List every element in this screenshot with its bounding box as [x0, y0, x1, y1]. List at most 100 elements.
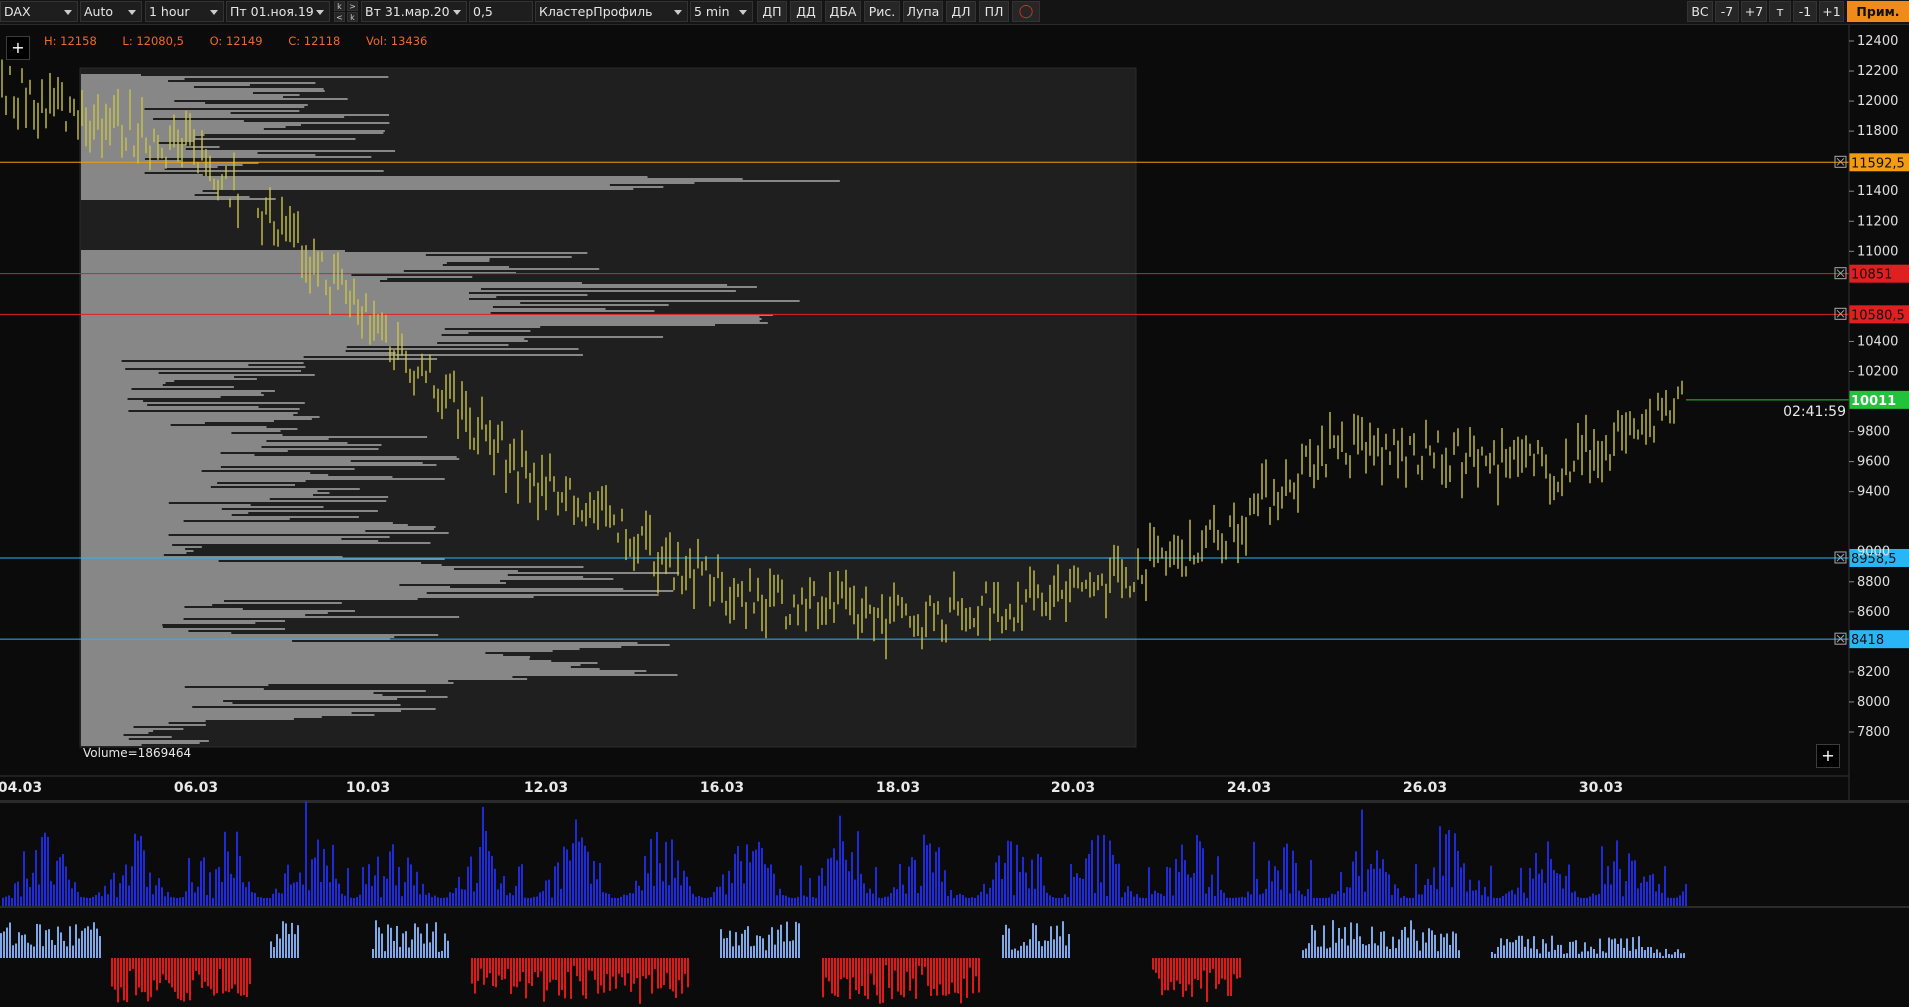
delta-bar: [963, 958, 965, 979]
profile-row: [81, 616, 460, 618]
delta-bar: [516, 958, 518, 988]
volume-bar: [401, 896, 403, 906]
profile-row: [81, 256, 572, 258]
delta-bar: [1158, 958, 1160, 979]
volume-bar: [95, 895, 97, 906]
volume-bar: [803, 895, 805, 906]
volume-bar: [1496, 898, 1498, 906]
profile-row: [81, 516, 359, 518]
volume-bar: [254, 892, 256, 906]
volume-bar: [1151, 894, 1153, 906]
add-indicator-button[interactable]: +: [6, 36, 30, 60]
volume-bar: [794, 897, 796, 906]
volume-bar: [182, 897, 184, 906]
volume-bar: [1043, 885, 1045, 906]
volume-bar: [1637, 888, 1639, 906]
delta-bar: [942, 958, 944, 996]
volume-bar: [1598, 893, 1600, 906]
delta-bar: [786, 921, 788, 958]
volume-bar: [1058, 897, 1060, 906]
delta-bar: [567, 958, 569, 972]
delta-bar: [1428, 928, 1430, 958]
volume-bar: [317, 839, 319, 906]
delta-bar: [966, 958, 968, 998]
volume-bar: [446, 897, 448, 906]
volume-bar: [638, 885, 640, 906]
delta-bar: [441, 950, 443, 958]
delta-bar: [1515, 939, 1517, 958]
volume-bar: [782, 895, 784, 906]
delta-bar: [390, 927, 392, 958]
delta-bar: [1683, 953, 1685, 958]
volume-bar: [1526, 897, 1528, 906]
profile-row: [81, 422, 205, 424]
delta-bar: [1512, 942, 1514, 958]
volume-bar: [155, 885, 157, 906]
delta-bar: [1497, 946, 1499, 958]
delta-bar: [27, 942, 29, 958]
delta-bar: [1518, 935, 1520, 958]
volume-bar: [1049, 895, 1051, 906]
volume-bar: [1088, 853, 1090, 906]
profile-row: [81, 680, 449, 682]
delta-bar: [852, 958, 854, 978]
delta-bar: [1653, 952, 1655, 958]
volume-bar: [1454, 833, 1456, 906]
delta-bar: [1425, 942, 1427, 958]
profile-row: [81, 364, 249, 366]
volume-bar: [1112, 854, 1114, 906]
profile-row: [81, 444, 382, 446]
delta-bar: [432, 931, 434, 958]
profile-row: [81, 388, 132, 390]
delta-bar: [1635, 949, 1637, 958]
profile-row: [81, 628, 286, 630]
profile-row: [81, 190, 203, 192]
profile-row: [81, 682, 454, 684]
profile-row: [81, 376, 235, 378]
volume-bar: [221, 881, 223, 906]
volume-bar: [167, 892, 169, 906]
delta-bar: [576, 958, 578, 977]
profile-row: [81, 464, 437, 466]
profile-row: [81, 316, 760, 318]
delta-bar: [660, 958, 662, 989]
volume-bar: [65, 866, 67, 906]
add-pane-button[interactable]: +: [1816, 744, 1840, 768]
delta-bar: [618, 958, 620, 974]
volume-bar: [1388, 874, 1390, 906]
volume-bar: [515, 885, 517, 906]
volume-bar: [890, 893, 892, 906]
profile-row: [81, 552, 187, 554]
profile-row: [81, 150, 396, 152]
delta-bar: [1404, 926, 1406, 958]
price-chart[interactable]: 11592,51085110580,58958,5841810011 12400…: [0, 0, 1909, 1007]
volume-bar: [923, 834, 925, 906]
profile-row: [81, 384, 163, 386]
delta-bar: [627, 958, 629, 974]
profile-row: [81, 526, 436, 528]
profile-row: [81, 586, 451, 588]
volume-bar: [557, 862, 559, 906]
delta-bar: [1641, 947, 1643, 958]
profile-row: [81, 482, 218, 484]
volume-bar: [296, 881, 298, 906]
volume-bar: [845, 859, 847, 906]
volume-bar: [1259, 894, 1261, 906]
delta-bar: [927, 958, 929, 986]
volume-bar: [1322, 897, 1324, 906]
volume-bar: [164, 896, 166, 906]
volume-bar: [158, 878, 160, 906]
delta-bar: [918, 958, 920, 966]
delta-bar: [723, 938, 725, 958]
profile-row: [81, 540, 379, 542]
volume-bar: [263, 897, 265, 906]
delta-bar: [1599, 938, 1601, 958]
volume-bar: [152, 894, 154, 906]
volume-bar: [953, 897, 955, 906]
delta-bar: [429, 942, 431, 958]
profile-row: [81, 608, 243, 610]
profile-row: [81, 498, 270, 500]
volume-bar: [671, 839, 673, 906]
volume-bar: [674, 877, 676, 906]
volume-bar: [1667, 897, 1669, 906]
